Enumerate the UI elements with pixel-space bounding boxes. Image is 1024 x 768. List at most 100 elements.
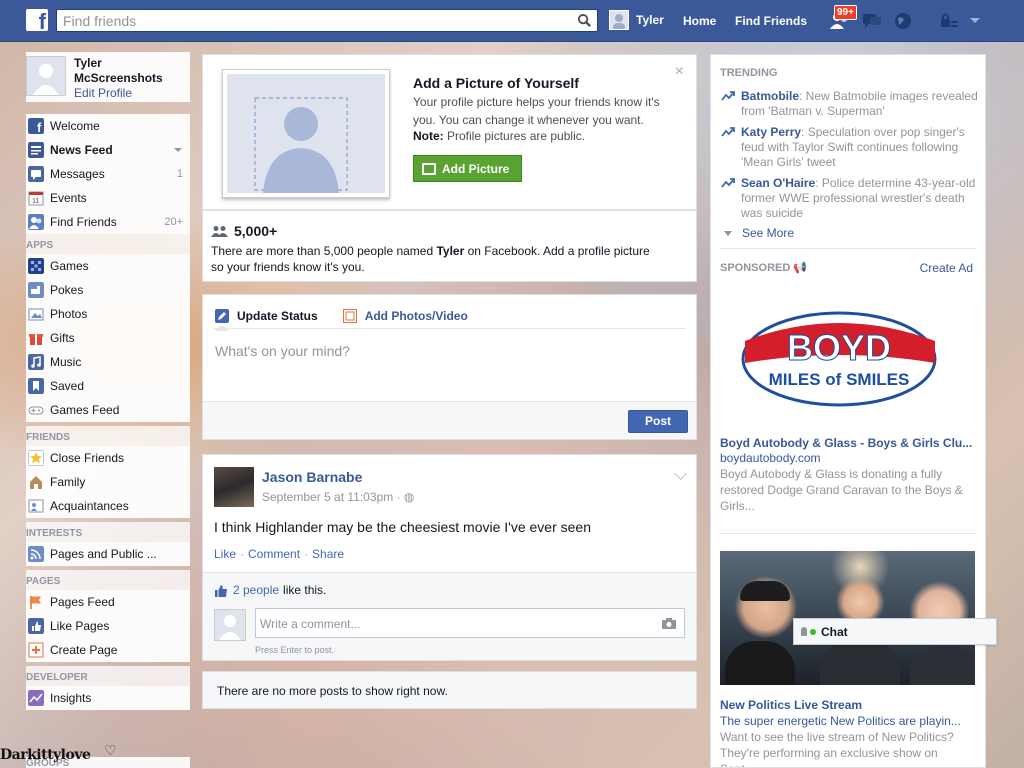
trending-header: TRENDING — [720, 67, 778, 79]
home-link[interactable]: Home — [683, 14, 716, 28]
globe-icon[interactable] — [892, 11, 914, 31]
tab-update-status[interactable]: Update Status — [215, 309, 318, 323]
boyd-ad-image[interactable]: BOYD MILES of SMILES — [741, 307, 937, 407]
messages-count: 1 — [176, 168, 183, 180]
comment-link[interactable]: Comment — [248, 547, 300, 561]
ad-url-link[interactable]: boydautobody.com — [720, 451, 821, 465]
sidebar-item-create-page[interactable]: Create Page — [26, 638, 190, 662]
profile-name[interactable]: Tyler McScreenshots — [74, 56, 190, 86]
comment-hint: Press Enter to post. — [255, 645, 335, 655]
sidebar-item-family[interactable]: Family — [26, 470, 190, 494]
boyd-logo-word: BOYD — [787, 327, 891, 368]
sidebar-item-events[interactable]: 11 Events — [26, 186, 190, 210]
rss-icon — [28, 546, 44, 562]
pages-header[interactable]: PAGES — [26, 570, 190, 590]
developer-header[interactable]: DEVELOPER — [26, 666, 190, 686]
comment-input[interactable]: Write a comment... — [255, 608, 685, 638]
sidebar-item-gifts[interactable]: Gifts — [26, 326, 190, 350]
sidebar-item-pages-feed[interactable]: Pages Feed — [26, 590, 190, 614]
search-input[interactable]: Find friends — [56, 9, 598, 32]
name-count-text: There are more than 5,000 people named T… — [211, 244, 650, 274]
status-input[interactable]: What's on your mind? — [215, 343, 350, 359]
sidebar-item-label: Find Friends — [50, 215, 117, 229]
post-body: I think Highlander may be the cheesiest … — [214, 519, 591, 535]
tab-label: Add Photos/Video — [364, 309, 468, 323]
sidebar-item-photos[interactable]: Photos — [26, 302, 190, 326]
sidebar-item-messages[interactable]: Messages 1 — [26, 162, 190, 186]
close-icon[interactable]: × — [675, 63, 684, 81]
bookmark-icon — [28, 378, 44, 394]
privacy-shortcuts-icon[interactable] — [938, 11, 960, 31]
edit-profile-link[interactable]: Edit Profile — [74, 86, 132, 100]
name-count-card: 5,000+ There are more than 5,000 people … — [202, 210, 697, 282]
sidebar-item-pages-and-public[interactable]: Pages and Public ... — [26, 542, 190, 566]
separator-dot: · — [240, 547, 245, 561]
avatar — [609, 10, 629, 30]
sidebar-item-news-feed[interactable]: News Feed — [26, 138, 190, 162]
sidebar-item-pokes[interactable]: Pokes — [26, 278, 190, 302]
photo-person — [725, 641, 795, 685]
ad-title-link[interactable]: New Politics Live Stream — [720, 698, 978, 712]
sidebar-item-games-feed[interactable]: Games Feed — [26, 398, 190, 422]
account-menu-caret-icon[interactable] — [970, 18, 980, 23]
sidebar-item-find-friends[interactable]: Find Friends 20+ — [26, 210, 190, 234]
sidebar-item-close-friends[interactable]: Close Friends — [26, 446, 190, 470]
calendar-icon: 11 — [28, 191, 44, 206]
apps-nav: Games Pokes Photos Gifts Music Saved Gam… — [26, 254, 190, 422]
composer-footer: Post — [203, 401, 696, 439]
ad-subtitle-link[interactable]: The super energetic New Politics are pla… — [720, 714, 978, 728]
see-more-label: See More — [742, 226, 795, 240]
notification-badge: 99+ — [834, 5, 857, 20]
sidebar-item-label: Pages Feed — [50, 595, 115, 609]
profile-picture[interactable] — [26, 56, 66, 96]
like-link[interactable]: Like — [214, 547, 236, 561]
friends-header[interactable]: FRIENDS — [26, 426, 190, 446]
person-icon — [801, 627, 807, 636]
ad-title-link[interactable]: Boyd Autobody & Glass - Boys & Girls Clu… — [720, 436, 978, 450]
find-friends-link[interactable]: Find Friends — [735, 14, 807, 28]
profile-link[interactable]: Tyler — [609, 10, 664, 30]
post-author[interactable]: Jason Barnabe — [262, 469, 362, 485]
add-picture-description: Your profile picture helps your friends … — [413, 95, 660, 127]
post-timestamp[interactable]: September 5 at 11:03pm · ◍ — [262, 490, 414, 504]
active-tab-indicator — [215, 326, 229, 331]
sidebar-item-music[interactable]: Music — [26, 350, 190, 374]
create-ad-link[interactable]: Create Ad — [920, 261, 973, 275]
photos-icon — [28, 308, 44, 321]
see-more-link[interactable]: See More — [720, 226, 794, 240]
trending-item[interactable]: Katy Perry: Speculation over pop singer'… — [720, 125, 978, 170]
author-avatar[interactable] — [214, 467, 254, 507]
likers-link[interactable]: 2 people — [233, 583, 279, 597]
tab-add-photos-video[interactable]: Add Photos/Video — [342, 309, 468, 323]
trending-item[interactable]: Sean O'Haire: Police determine 43-year-o… — [720, 176, 978, 221]
sidebar-item-insights[interactable]: Insights — [26, 686, 190, 710]
search-icon[interactable] — [577, 13, 592, 28]
share-link[interactable]: Share — [312, 547, 344, 561]
photo-person — [910, 646, 975, 685]
feed-end-card: There are no more posts to show right no… — [202, 671, 697, 709]
sidebar-item-like-pages[interactable]: Like Pages — [26, 614, 190, 638]
post-options-chevron-icon[interactable] — [674, 467, 687, 480]
add-picture-button[interactable]: Add Picture — [413, 155, 522, 182]
sidebar-item-welcome[interactable]: f Welcome — [26, 114, 190, 138]
apps-header[interactable]: APPS — [26, 234, 190, 254]
sidebar-item-games[interactable]: Games — [26, 254, 190, 278]
trending-item[interactable]: Batmobile: New Batmobile images revealed… — [720, 89, 978, 119]
post-button[interactable]: Post — [628, 410, 688, 433]
camera-icon[interactable] — [662, 618, 676, 629]
sponsored-header: SPONSORED 📢 — [720, 262, 808, 274]
ad-description: Boyd Autobody & Glass is donating a full… — [720, 467, 963, 513]
news-feed-options-icon[interactable] — [174, 148, 182, 152]
profile-picture-placeholder[interactable] — [222, 69, 390, 198]
trending-arrow-icon — [721, 178, 735, 188]
facebook-logo[interactable]: f — [26, 9, 48, 31]
messages-icon[interactable] — [861, 11, 883, 31]
chat-bar[interactable]: Chat — [793, 618, 997, 645]
sidebar-item-acquaintances[interactable]: Acquaintances — [26, 494, 190, 518]
games-icon — [28, 258, 44, 274]
interests-header[interactable]: INTERESTS — [26, 522, 190, 542]
sidebar-item-label: Photos — [50, 307, 88, 321]
sidebar-item-saved[interactable]: Saved — [26, 374, 190, 398]
sidebar-item-label: Messages — [50, 167, 105, 181]
watermark-signature: Darkittylove — [0, 747, 91, 763]
